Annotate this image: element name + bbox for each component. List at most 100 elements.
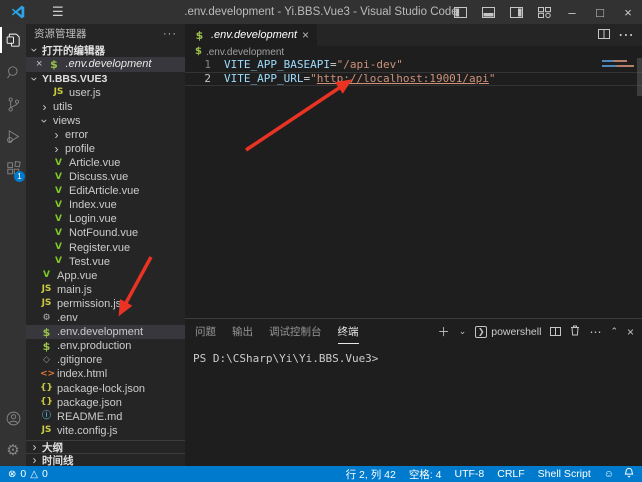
- customize-layout-icon[interactable]: [530, 0, 558, 24]
- settings-gear-icon[interactable]: ⚙: [0, 434, 26, 466]
- quote: ": [310, 72, 317, 85]
- open-editors-section[interactable]: › 打开的编辑器: [26, 43, 185, 57]
- tree-item-package.json[interactable]: {}package.json: [26, 396, 185, 410]
- maximize-button[interactable]: □: [586, 0, 614, 24]
- problems-status[interactable]: ⊗ 0 △ 0: [8, 468, 48, 480]
- env-var-name: VITE_APP_URL: [224, 72, 303, 85]
- editor-region: $ .env.development × ⋯ $ .env.developmen…: [185, 24, 642, 466]
- tree-item-Article.vue[interactable]: VArticle.vue: [26, 156, 185, 170]
- code-editor[interactable]: 1 VITE_APP_BASEAPI="/api-dev" 2 VITE_APP…: [185, 58, 642, 318]
- split-terminal-icon[interactable]: [550, 323, 561, 341]
- tree-item-.env[interactable]: ⚙.env: [26, 311, 185, 325]
- tree-item-Index.vue[interactable]: V Index.vue: [26, 198, 185, 212]
- tree-item-permission.js[interactable]: JSpermission.js: [26, 297, 185, 311]
- url-link[interactable]: http://localhost:19001/api: [317, 72, 489, 85]
- timeline-label: 时间线: [42, 453, 74, 467]
- run-debug-icon[interactable]: [0, 120, 26, 152]
- tree-item-.env.production[interactable]: $.env.production: [26, 339, 185, 353]
- shell-label: powershell: [491, 326, 541, 338]
- notifications-bell-icon[interactable]: [624, 467, 634, 481]
- editor-scrollbar[interactable]: [637, 58, 642, 96]
- statusbar-item[interactable]: CRLF: [497, 468, 524, 480]
- close-button[interactable]: ×: [614, 0, 642, 24]
- tab-env-development[interactable]: $ .env.development ×: [185, 24, 317, 46]
- new-terminal-icon[interactable]: ＋: [438, 326, 450, 338]
- toggle-secondary-sidebar-icon[interactable]: [502, 0, 530, 24]
- tree-item-EditArticle.vue[interactable]: VEditArticle.vue: [26, 184, 185, 198]
- close-editor-icon[interactable]: ×: [36, 58, 42, 70]
- open-editor-item[interactable]: × $ .env.development: [26, 57, 185, 72]
- tree-item-Register.vue[interactable]: VRegister.vue: [26, 241, 185, 255]
- terminal-output[interactable]: PS D:\CSharp\Yi\Yi.BBS.Vue3>: [185, 344, 642, 365]
- kill-terminal-icon[interactable]: [570, 323, 580, 341]
- tree-item-user.js[interactable]: JS user.js: [26, 86, 185, 100]
- feedback-icon[interactable]: ☺: [604, 469, 614, 480]
- explorer-sidebar: 资源管理器 ··· › 打开的编辑器 × $ .env.development …: [26, 24, 185, 466]
- outline-section[interactable]: › 大纲: [26, 440, 185, 453]
- maximize-panel-icon[interactable]: ⌃: [610, 326, 618, 337]
- vscode-logo-icon: [10, 4, 26, 20]
- tree-item-profile[interactable]: ›profile: [26, 142, 185, 156]
- js-file-icon: JS: [40, 285, 53, 294]
- extensions-icon[interactable]: 1: [0, 152, 26, 184]
- explorer-icon[interactable]: [0, 24, 26, 56]
- statusbar-item[interactable]: 行 2, 列 42: [346, 467, 396, 482]
- toggle-panel-icon[interactable]: [474, 0, 502, 24]
- tree-item-package-lock.json[interactable]: {}package-lock.json: [26, 381, 185, 395]
- panel-more-actions-icon[interactable]: ⋯: [589, 326, 601, 338]
- tree-item-vite.config.js[interactable]: JSvite.config.js: [26, 424, 185, 438]
- account-icon[interactable]: [0, 402, 26, 434]
- panel-tab-输出[interactable]: 输出: [232, 320, 253, 344]
- tab-label: .env.development: [211, 29, 297, 41]
- statusbar-item[interactable]: UTF-8: [455, 468, 485, 480]
- tree-item-label: EditArticle.vue: [69, 185, 139, 197]
- tree-item-utils[interactable]: ›utils: [26, 100, 185, 114]
- code-line-1[interactable]: 1 VITE_APP_BASEAPI="/api-dev": [185, 58, 642, 72]
- panel-tab-终端[interactable]: 终端: [338, 320, 359, 344]
- timeline-section[interactable]: › 时间线: [26, 453, 185, 466]
- minimap[interactable]: [602, 60, 634, 70]
- tree-item-.env.development[interactable]: $.env.development: [26, 325, 185, 339]
- minimize-button[interactable]: –: [558, 0, 586, 24]
- panel-tab-调试控制台[interactable]: 调试控制台: [269, 320, 322, 344]
- tree-item-label: error: [65, 129, 88, 141]
- terminal-dropdown-icon[interactable]: ⌄: [459, 326, 467, 337]
- statusbar-item[interactable]: 空格: 4: [409, 467, 442, 482]
- errors-icon: ⊗: [8, 469, 16, 480]
- tree-item-views[interactable]: ›views: [26, 114, 185, 128]
- tree-item-error[interactable]: ›error: [26, 128, 185, 142]
- menu-icon[interactable]: ☰: [52, 4, 64, 20]
- panel-tab-问题[interactable]: 问题: [195, 320, 216, 344]
- close-panel-icon[interactable]: ×: [627, 326, 634, 338]
- vscode-window: ☰ .env.development - Yi.BBS.Vue3 - Visua…: [0, 0, 642, 482]
- tree-item-NotFound.vue[interactable]: VNotFound.vue: [26, 226, 185, 240]
- explorer-more-actions-icon[interactable]: ···: [163, 28, 177, 40]
- code-line-2[interactable]: 2 VITE_APP_URL="http://localhost:19001/a…: [185, 72, 642, 86]
- shell-file-icon: $: [47, 59, 60, 70]
- breadcrumb[interactable]: $ .env.development: [185, 46, 642, 58]
- js-file-icon: JS: [52, 88, 65, 97]
- tree-item-label: Index.vue: [69, 199, 117, 211]
- tree-item-README.md[interactable]: ⓘREADME.md: [26, 410, 185, 424]
- terminal-shell-chip[interactable]: ❯ powershell: [475, 326, 541, 338]
- tree-item-Login.vue[interactable]: VLogin.vue: [26, 212, 185, 226]
- tree-item-App.vue[interactable]: VApp.vue: [26, 269, 185, 283]
- tree-item-label: permission.js: [57, 298, 121, 310]
- editor-more-actions-icon[interactable]: ⋯: [618, 25, 634, 45]
- workspace-section[interactable]: › YI.BBS.VUE3: [26, 72, 185, 86]
- shell-file-icon: $: [40, 327, 53, 338]
- split-editor-icon[interactable]: [598, 26, 610, 44]
- vue-file-icon: V: [52, 201, 65, 210]
- tree-item-Test.vue[interactable]: VTest.vue: [26, 255, 185, 269]
- tab-close-icon[interactable]: ×: [302, 28, 309, 42]
- source-control-icon[interactable]: [0, 88, 26, 120]
- search-icon[interactable]: [0, 56, 26, 88]
- tree-item-label: user.js: [69, 87, 101, 99]
- tree-item-index.html[interactable]: <>index.html: [26, 367, 185, 381]
- tree-item-label: profile: [65, 143, 95, 155]
- statusbar-item[interactable]: Shell Script: [538, 468, 591, 480]
- tree-item-main.js[interactable]: JSmain.js: [26, 283, 185, 297]
- toggle-primary-sidebar-icon[interactable]: [446, 0, 474, 24]
- tree-item-Discuss.vue[interactable]: VDiscuss.vue: [26, 170, 185, 184]
- tree-item-.gitignore[interactable]: ◇.gitignore: [26, 353, 185, 367]
